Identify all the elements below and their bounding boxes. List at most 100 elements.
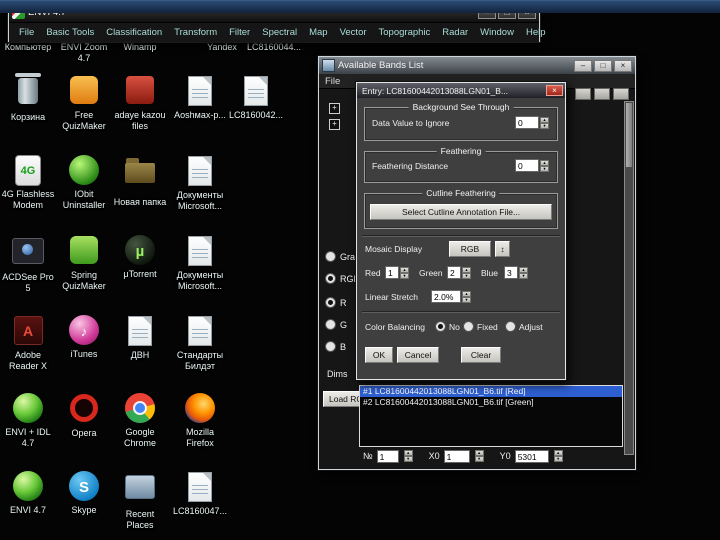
menu-filter[interactable]: Filter bbox=[223, 27, 256, 38]
desktop-icon-skype[interactable]: S Skype bbox=[56, 470, 112, 516]
x0-field[interactable]: 1 bbox=[443, 449, 470, 463]
g-band-option[interactable]: G bbox=[325, 319, 347, 330]
menu-vector[interactable]: Vector bbox=[334, 27, 373, 38]
desktop-icon-lc8160047[interactable]: LC8160047... bbox=[172, 470, 228, 517]
desktop-icon-standards[interactable]: Стандарты Билдэт bbox=[172, 314, 228, 372]
desktop-icon-envi-idl[interactable]: ENVI + IDL 4.7 bbox=[0, 392, 56, 449]
radio-icon[interactable] bbox=[325, 273, 336, 284]
desktop-icon-adaye-kazou[interactable]: adaye kazou files bbox=[112, 74, 168, 132]
desktop-icon-recycle-bin[interactable]: Корзина bbox=[0, 73, 56, 123]
desktop-icon-adobe-reader[interactable]: A Adobe Reader X bbox=[0, 314, 56, 372]
red-band-field[interactable]: 1 bbox=[385, 266, 399, 279]
spinner-down-icon[interactable] bbox=[403, 456, 413, 462]
radio-icon[interactable] bbox=[325, 319, 336, 330]
desktop-icon-utorrent[interactable]: µ μTorrent bbox=[112, 234, 168, 280]
radio-icon[interactable] bbox=[505, 321, 516, 332]
spinner-down-icon[interactable] bbox=[519, 272, 528, 279]
desktop-icon-4g-modem[interactable]: 4G 4G Flashless Modem bbox=[0, 154, 56, 211]
desktop-icon-aoshmah[interactable]: Аоshмах-р... bbox=[172, 74, 228, 121]
radio-icon[interactable] bbox=[325, 251, 336, 262]
menu-map[interactable]: Map bbox=[303, 27, 333, 38]
desktop-icon-dvn[interactable]: ДВН bbox=[112, 314, 168, 361]
desktop-icon-ms-doc-2[interactable]: Документы Microsoft... bbox=[172, 234, 228, 292]
spinner-down-icon[interactable] bbox=[462, 296, 471, 303]
menu-basic-tools[interactable]: Basic Tools bbox=[40, 27, 100, 38]
desktop-icon-free-quizmaker[interactable]: Free QuizMaker bbox=[56, 74, 112, 132]
spinner-down-icon[interactable] bbox=[540, 165, 549, 172]
spinner-down-icon[interactable] bbox=[540, 122, 549, 129]
toolbar-button-1[interactable] bbox=[575, 88, 591, 100]
feathering-distance-field[interactable]: 0 bbox=[515, 159, 539, 172]
radio-icon[interactable] bbox=[325, 297, 336, 308]
close-icon[interactable] bbox=[546, 85, 563, 96]
radio-icon[interactable] bbox=[325, 341, 336, 352]
menu-file[interactable]: File bbox=[325, 76, 340, 87]
list-item[interactable]: #1 LC81600442013088LGN01_B6.tif [Red] bbox=[360, 386, 622, 397]
desktop-icon-iobit[interactable]: IObit Uninstaller bbox=[56, 154, 112, 211]
b-band-option[interactable]: B bbox=[325, 341, 346, 352]
desktop-icon-winamp[interactable]: Winamp bbox=[112, 42, 168, 53]
mosaic-display-dropdown[interactable]: RGB bbox=[449, 241, 491, 257]
band-entry-list[interactable]: #1 LC81600442013088LGN01_B6.tif [Red] #2… bbox=[359, 385, 623, 447]
desktop-icon-opera[interactable]: Opera bbox=[56, 392, 112, 439]
menu-help[interactable]: Help bbox=[520, 27, 552, 38]
menu-window[interactable]: Window bbox=[474, 27, 520, 38]
select-cutline-button[interactable]: Select Cutline Annotation File... bbox=[370, 204, 552, 220]
list-item[interactable]: #2 LC81600442013088LGN01_B6.tif [Green] bbox=[360, 397, 622, 408]
menu-file[interactable]: File bbox=[13, 27, 40, 38]
spinner-down-icon[interactable] bbox=[462, 272, 471, 279]
toolbar-button-3[interactable] bbox=[613, 88, 629, 100]
desktop-icon-lc8160042[interactable]: LC8160042... bbox=[228, 74, 284, 121]
spinner-down-icon[interactable] bbox=[474, 456, 484, 462]
blue-band-field[interactable]: 3 bbox=[504, 266, 518, 279]
desktop-icon-recent-places[interactable]: Recent Places bbox=[112, 470, 168, 531]
toolbar-button-2[interactable] bbox=[594, 88, 610, 100]
desktop-icon-acdsee[interactable]: ACDSee Pro 5 bbox=[0, 234, 56, 294]
radio-icon[interactable] bbox=[463, 321, 474, 332]
radio-icon[interactable] bbox=[435, 321, 446, 332]
y0-field[interactable]: 5301 bbox=[514, 449, 549, 463]
minimize-icon[interactable] bbox=[574, 59, 592, 72]
desktop-icon-firefox[interactable]: Mozilla Firefox bbox=[172, 392, 228, 449]
balance-adjust-option[interactable]: Adjust bbox=[505, 321, 543, 332]
menu-topographic[interactable]: Topographic bbox=[373, 27, 437, 38]
desktop-icon-envi-zoom[interactable]: ENVI Zoom 4.7 bbox=[56, 42, 112, 64]
tree-expander-icon[interactable] bbox=[329, 119, 340, 130]
entry-dialog-titlebar[interactable]: Entry: LC81600442013088LGN01_B... bbox=[357, 83, 565, 98]
green-band-field[interactable]: 2 bbox=[447, 266, 461, 279]
clear-button[interactable]: Clear bbox=[461, 347, 501, 363]
desktop-icon-envi47[interactable]: ENVI 4.7 bbox=[0, 470, 56, 516]
desktop-icon-lc8160044[interactable]: LC8160044... bbox=[246, 42, 302, 53]
desktop-icon-itunes[interactable]: ♪ iTunes bbox=[56, 314, 112, 360]
r-band-option[interactable]: R bbox=[325, 297, 347, 308]
ok-button[interactable]: OK bbox=[365, 347, 393, 363]
desktop-icon-chrome[interactable]: Google Chrome bbox=[112, 392, 168, 449]
tree-expander-icon[interactable] bbox=[329, 103, 340, 114]
linear-stretch-field[interactable]: 2.0% bbox=[431, 290, 461, 303]
cancel-button[interactable]: Cancel bbox=[397, 347, 439, 363]
spinner-down-icon[interactable] bbox=[400, 272, 409, 279]
updown-icon[interactable]: ↕ bbox=[495, 241, 510, 257]
icon-label: LC8160044... bbox=[246, 42, 302, 52]
balance-fixed-option[interactable]: Fixed bbox=[463, 321, 498, 332]
desktop-icon-ms-doc-1[interactable]: Документы Microsoft... bbox=[172, 154, 228, 212]
maximize-icon[interactable] bbox=[594, 59, 612, 72]
bands-titlebar[interactable]: Available Bands List bbox=[319, 57, 635, 74]
data-value-ignore-field[interactable]: 0 bbox=[515, 116, 539, 129]
scrollbar-thumb[interactable] bbox=[626, 103, 632, 167]
num-field[interactable]: 1 bbox=[376, 449, 399, 463]
desktop-icon-computer[interactable]: Компьютер bbox=[0, 42, 56, 53]
taskbar[interactable] bbox=[0, 0, 720, 13]
spinner-down-icon[interactable] bbox=[553, 456, 563, 462]
menu-spectral[interactable]: Spectral bbox=[256, 27, 303, 38]
desktop-icon-spring-quizmaker[interactable]: Spring QuizMaker bbox=[56, 234, 112, 292]
menu-transform[interactable]: Transform bbox=[168, 27, 223, 38]
balance-no-option[interactable]: No bbox=[435, 321, 460, 332]
desktop-icon-new-folder[interactable]: Новая папка bbox=[112, 154, 168, 208]
desktop-icon-yandex[interactable]: Yandex bbox=[194, 42, 250, 53]
menu-classification[interactable]: Classification bbox=[100, 27, 168, 38]
bands-app-icon bbox=[322, 59, 335, 72]
vertical-scrollbar[interactable] bbox=[624, 101, 634, 455]
menu-radar[interactable]: Radar bbox=[436, 27, 474, 38]
close-icon[interactable] bbox=[614, 59, 632, 72]
